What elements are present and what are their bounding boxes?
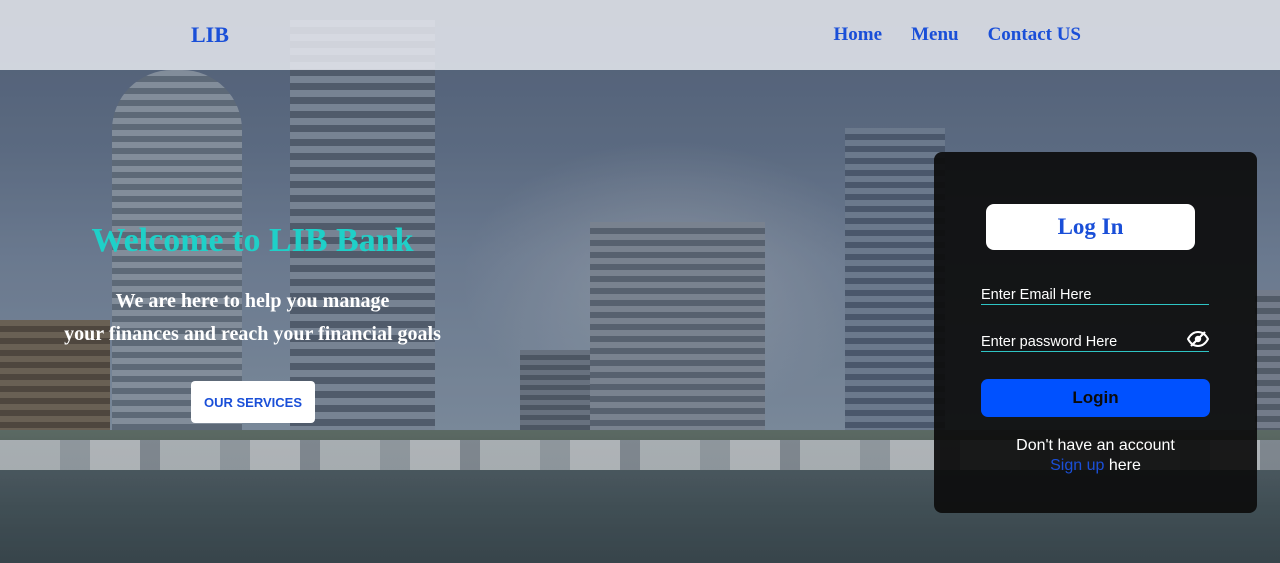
nav-contact-link[interactable]: Contact US: [988, 24, 1081, 46]
hero-subtitle: We are here to help you manage your fina…: [0, 285, 505, 351]
hero-title: Welcome to LIB Bank: [91, 222, 414, 259]
site-logo[interactable]: LIB: [191, 22, 229, 48]
email-input[interactable]: [981, 285, 1209, 304]
nav-home-link[interactable]: Home: [834, 24, 883, 46]
no-account-text: Don't have an account: [1016, 437, 1175, 454]
eye-slash-icon[interactable]: [1186, 330, 1210, 348]
signup-link[interactable]: Sign up: [1050, 457, 1104, 474]
hero-subtitle-line: We are here to help you manage: [115, 290, 390, 312]
password-input[interactable]: [981, 332, 1209, 351]
login-heading: Log In: [986, 204, 1195, 250]
our-services-button[interactable]: OUR SERVICES: [191, 381, 315, 423]
login-button[interactable]: Login: [981, 379, 1210, 417]
signup-line: Sign up here: [934, 456, 1257, 476]
navbar: LIB Home Menu Contact US: [0, 0, 1280, 70]
login-panel: Log In Login Don't have an account Sign …: [934, 152, 1257, 513]
hero-subtitle-line: your finances and reach your financial g…: [64, 323, 441, 345]
email-field-wrapper: [981, 285, 1209, 305]
nav-links: Home Menu Contact US: [834, 24, 1081, 46]
nav-menu-link[interactable]: Menu: [911, 24, 959, 46]
signup-suffix: here: [1108, 457, 1141, 474]
password-field-wrapper: [981, 330, 1210, 352]
signup-prompt: Don't have an account Sign up here: [934, 436, 1257, 476]
